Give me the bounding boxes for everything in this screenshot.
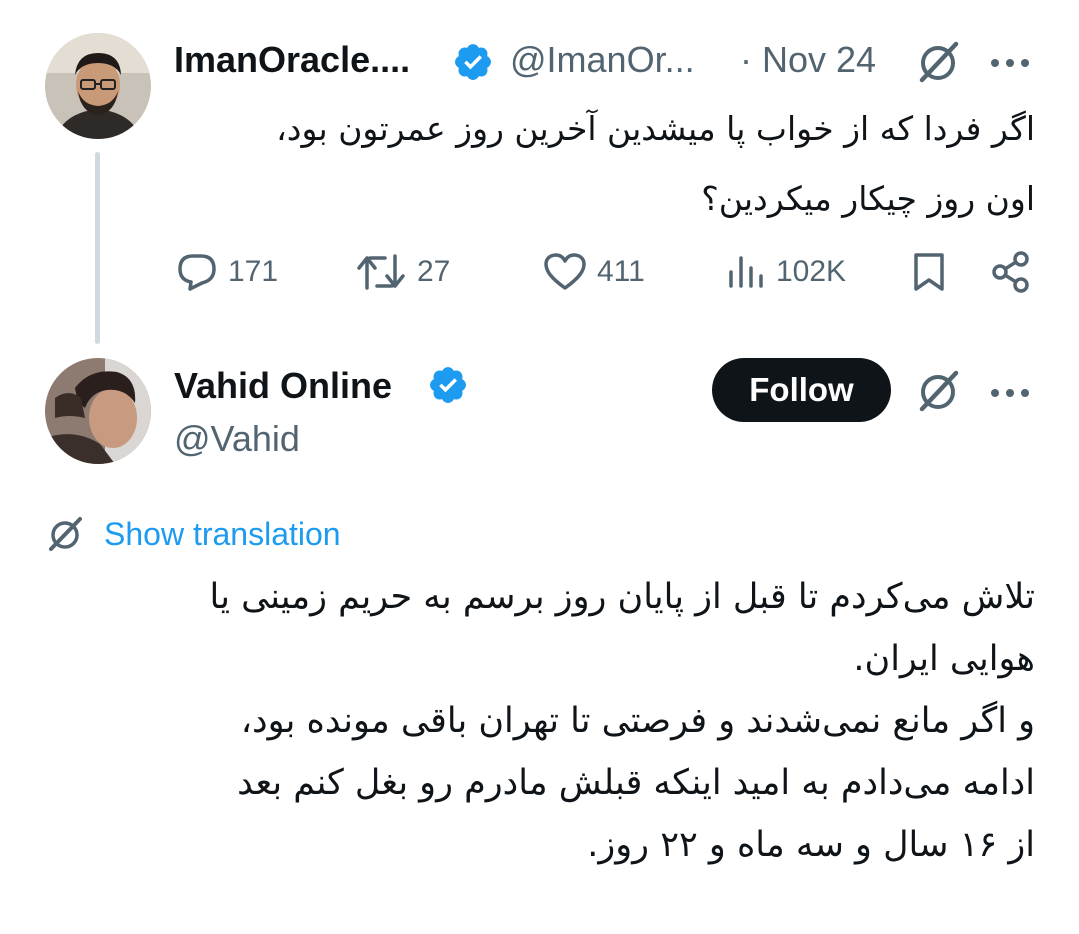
avatar-imanoracle[interactable] bbox=[45, 33, 151, 139]
reply-button[interactable]: 171 bbox=[176, 250, 278, 294]
avatar-vahid-online[interactable] bbox=[45, 358, 151, 464]
tweet-text: اگر فردا که از خواب پا میشدین آخرین روز … bbox=[276, 109, 1035, 218]
views-button[interactable]: 102K bbox=[726, 250, 846, 294]
heart-icon bbox=[544, 253, 586, 290]
tweet-date[interactable]: · Nov 24 bbox=[740, 39, 876, 81]
verified-badge-icon bbox=[427, 364, 469, 411]
views-count: 102K bbox=[776, 255, 847, 288]
author-handle[interactable]: @ImanOr... bbox=[510, 39, 695, 81]
like-button[interactable]: 411 bbox=[543, 250, 645, 294]
follow-button[interactable]: Follow bbox=[712, 358, 891, 422]
grok-icon[interactable] bbox=[914, 367, 964, 420]
retweet-count: 27 bbox=[417, 255, 451, 288]
grok-translate-icon bbox=[49, 517, 82, 551]
show-translation-link[interactable]: Show translation bbox=[104, 516, 341, 553]
retweet-button[interactable]: 27 bbox=[355, 250, 450, 294]
author-name[interactable]: Vahid Online bbox=[174, 365, 392, 407]
thread-connector-line bbox=[95, 152, 100, 344]
show-translation-row[interactable]: Show translation bbox=[46, 512, 341, 556]
share-icon bbox=[992, 251, 1029, 293]
verified-badge-icon bbox=[452, 41, 494, 88]
bookmark-icon bbox=[914, 253, 944, 291]
retweet-icon bbox=[357, 254, 405, 290]
author-name[interactable]: ImanOracle.... bbox=[174, 39, 410, 81]
author-handle[interactable]: @Vahid bbox=[174, 418, 300, 460]
tweet-text: تلاش می‌کردم تا قبل از پایان روز برسم به… bbox=[209, 577, 1035, 865]
bookmark-button[interactable] bbox=[911, 250, 947, 294]
grok-icon[interactable] bbox=[914, 38, 964, 91]
reply-count: 171 bbox=[228, 255, 279, 288]
share-button[interactable] bbox=[991, 250, 1031, 294]
more-options-icon[interactable] bbox=[990, 385, 1030, 403]
like-count: 411 bbox=[597, 255, 645, 288]
more-options-icon[interactable] bbox=[990, 55, 1030, 73]
reply-icon bbox=[178, 254, 216, 291]
views-chart-icon bbox=[729, 256, 763, 288]
